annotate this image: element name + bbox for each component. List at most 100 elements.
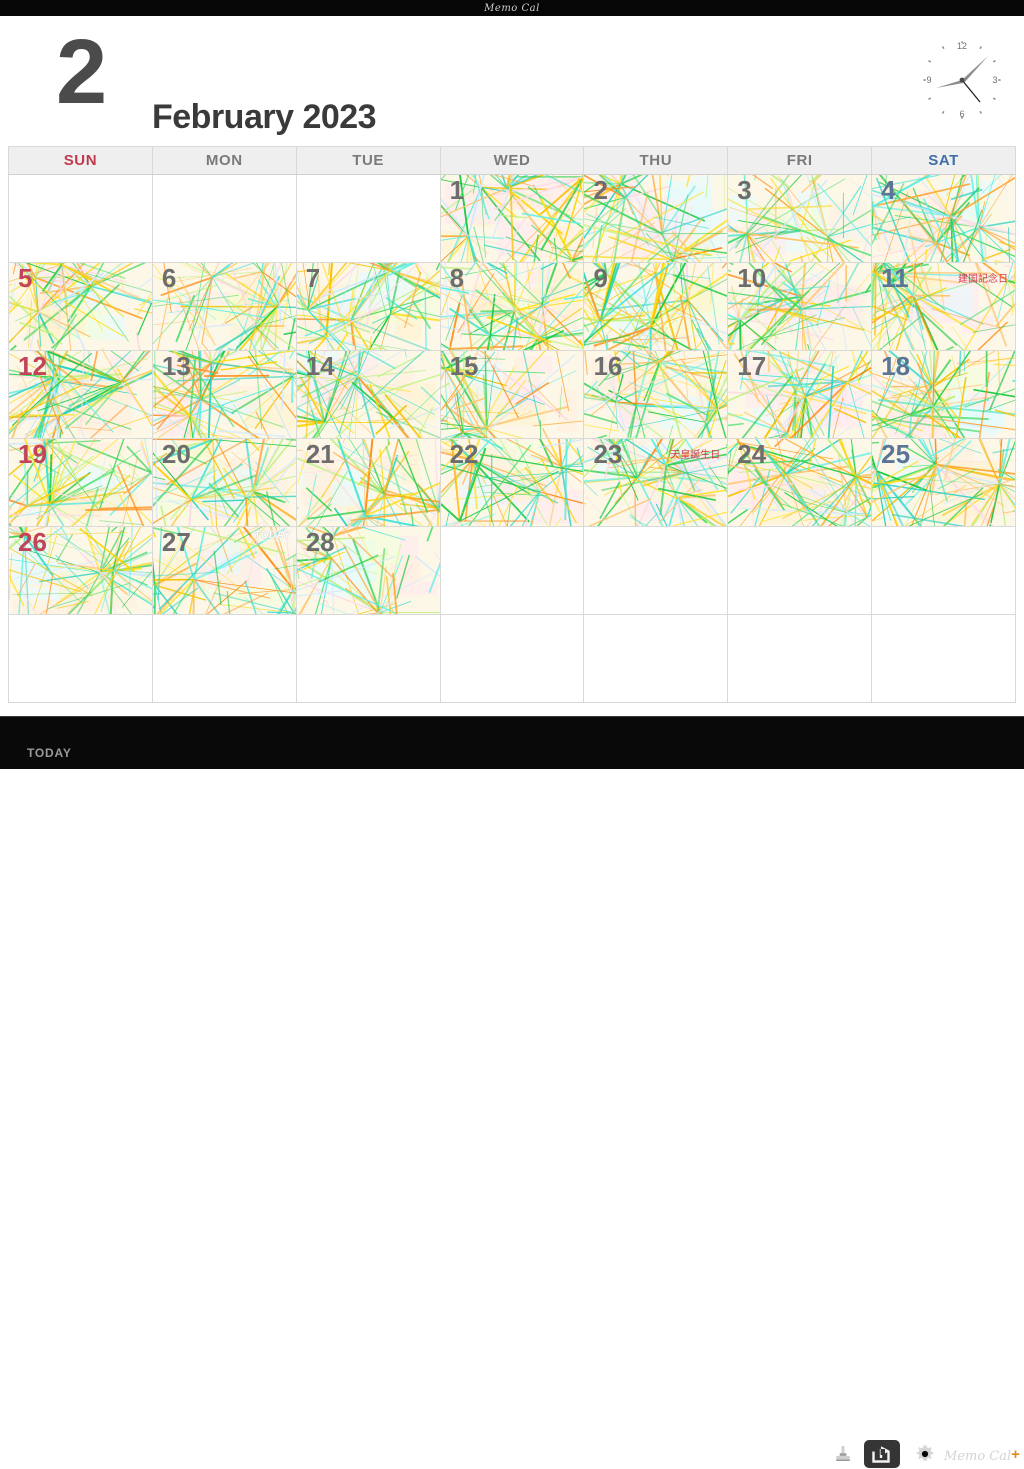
weekday-header-mon: MON — [153, 147, 297, 175]
day-cell-empty[interactable] — [297, 615, 441, 703]
weekday-header-row: SUNMONTUEWEDTHUFRISAT — [9, 147, 1016, 175]
share-icon[interactable] — [864, 1440, 900, 1468]
weekday-header-sat: SAT — [872, 147, 1016, 175]
day-cell-empty[interactable] — [728, 527, 872, 615]
day-cell-28[interactable]: 28 — [297, 527, 441, 615]
day-cell-empty[interactable] — [153, 175, 297, 263]
day-cell-8[interactable]: 8 — [441, 263, 585, 351]
day-cell-26[interactable]: 26 — [9, 527, 153, 615]
day-number: 13 — [162, 353, 191, 380]
svg-text:6: 6 — [959, 109, 964, 119]
day-number: 2 — [593, 177, 607, 204]
day-cell-empty[interactable] — [728, 615, 872, 703]
brand-logo[interactable]: Memo Cal+ — [944, 1446, 1020, 1464]
day-number: 3 — [737, 177, 751, 204]
stamp-icon[interactable] — [826, 1439, 860, 1469]
day-number: 5 — [18, 265, 32, 292]
day-cell-empty[interactable] — [297, 175, 441, 263]
day-cell-20[interactable]: 20 — [153, 439, 297, 527]
weekday-header-tue: TUE — [297, 147, 441, 175]
weekday-header-wed: WED — [441, 147, 585, 175]
day-cell-11[interactable]: 11建国記念日 — [872, 263, 1016, 351]
window-title: Memo Cal — [484, 3, 540, 14]
day-cell-10[interactable]: 10 — [728, 263, 872, 351]
day-cell-4[interactable]: 4 — [872, 175, 1016, 263]
day-cell-23[interactable]: 23天皇誕生日 — [584, 439, 728, 527]
svg-text:9: 9 — [926, 75, 931, 85]
weekday-header-thu: THU — [584, 147, 728, 175]
calendar-week-row: 1 2 3 4 — [9, 175, 1016, 263]
day-number: 27 — [162, 529, 191, 556]
day-number: 6 — [162, 265, 176, 292]
month-year-title: February 2023 — [152, 98, 376, 137]
day-cell-25[interactable]: 25 — [872, 439, 1016, 527]
day-cell-15[interactable]: 15 — [441, 351, 585, 439]
window-title-bar: Memo Cal — [0, 0, 1024, 16]
day-number: 16 — [593, 353, 622, 380]
calendar-week-row: 12 13 14 15 16 17 18 — [9, 351, 1016, 439]
month-number: 2 — [56, 26, 105, 118]
calendar-week-row — [9, 615, 1016, 703]
day-number: 14 — [306, 353, 335, 380]
weekday-header-fri: FRI — [728, 147, 872, 175]
day-cell-17[interactable]: 17 — [728, 351, 872, 439]
day-number: 12 — [18, 353, 47, 380]
day-cell-2[interactable]: 2 — [584, 175, 728, 263]
day-cell-14[interactable]: 14 — [297, 351, 441, 439]
day-number: 1 — [450, 177, 464, 204]
day-cell-7[interactable]: 7 — [297, 263, 441, 351]
day-cell-27[interactable]: 27 TODAY — [153, 527, 297, 615]
calendar-week-row: 26 27 TODAY 28 — [9, 527, 1016, 615]
svg-text:12: 12 — [957, 41, 967, 51]
day-number: 22 — [450, 441, 479, 468]
day-cell-3[interactable]: 3 — [728, 175, 872, 263]
day-number: 8 — [450, 265, 464, 292]
day-cell-13[interactable]: 13 — [153, 351, 297, 439]
calendar-grid: SUNMONTUEWEDTHUFRISAT 1234567891011建国記念日… — [8, 146, 1016, 703]
day-cell-18[interactable]: 18 — [872, 351, 1016, 439]
day-number: 15 — [450, 353, 479, 380]
day-cell-empty[interactable] — [872, 527, 1016, 615]
holiday-label: 建国記念日 — [958, 270, 1008, 285]
day-cell-5[interactable]: 5 — [9, 263, 153, 351]
day-number: 21 — [306, 441, 335, 468]
day-cell-empty[interactable] — [9, 615, 153, 703]
day-number: 26 — [18, 529, 47, 556]
day-cell-empty[interactable] — [441, 527, 585, 615]
day-cell-empty[interactable] — [441, 615, 585, 703]
day-cell-19[interactable]: 19 — [9, 439, 153, 527]
day-number: 9 — [593, 265, 607, 292]
svg-text:3: 3 — [992, 75, 997, 85]
today-badge: TODAY — [251, 529, 293, 542]
day-number: 10 — [737, 265, 766, 292]
day-cell-empty[interactable] — [9, 175, 153, 263]
day-cell-9[interactable]: 9 — [584, 263, 728, 351]
day-cell-empty[interactable] — [584, 527, 728, 615]
day-number: 20 — [162, 441, 191, 468]
holiday-label: 天皇誕生日 — [670, 446, 720, 461]
gear-icon[interactable] — [908, 1439, 942, 1469]
day-cell-16[interactable]: 16 — [584, 351, 728, 439]
day-cell-empty[interactable] — [153, 615, 297, 703]
day-number: 17 — [737, 353, 766, 380]
calendar-page: 2 February 2023 12 — [0, 16, 1024, 716]
bottom-toolbar: TODAY Memo Cal+ — [0, 716, 1024, 769]
day-cell-1[interactable]: 1 — [441, 175, 585, 263]
day-cell-empty[interactable] — [872, 615, 1016, 703]
day-cell-empty[interactable] — [584, 615, 728, 703]
day-cell-22[interactable]: 22 — [441, 439, 585, 527]
day-number: 28 — [306, 529, 335, 556]
calendar-week-row: 19 20 21 22 23天皇誕生日24 25 — [9, 439, 1016, 527]
calendar-week-row: 5 6 7 8 9 10 11建国記念日 — [9, 263, 1016, 351]
day-number: 25 — [881, 441, 910, 468]
day-cell-21[interactable]: 21 — [297, 439, 441, 527]
weekday-header-sun: SUN — [9, 147, 153, 175]
day-number: 18 — [881, 353, 910, 380]
calendar-week-rows: 1234567891011建国記念日1213141516171819202122… — [9, 175, 1016, 703]
day-cell-6[interactable]: 6 — [153, 263, 297, 351]
day-cell-24[interactable]: 24 — [728, 439, 872, 527]
today-button[interactable]: TODAY — [27, 746, 72, 760]
day-cell-12[interactable]: 12 — [9, 351, 153, 439]
day-number: 7 — [306, 265, 320, 292]
analog-clock-icon: 12 3 6 9 — [914, 32, 1010, 128]
